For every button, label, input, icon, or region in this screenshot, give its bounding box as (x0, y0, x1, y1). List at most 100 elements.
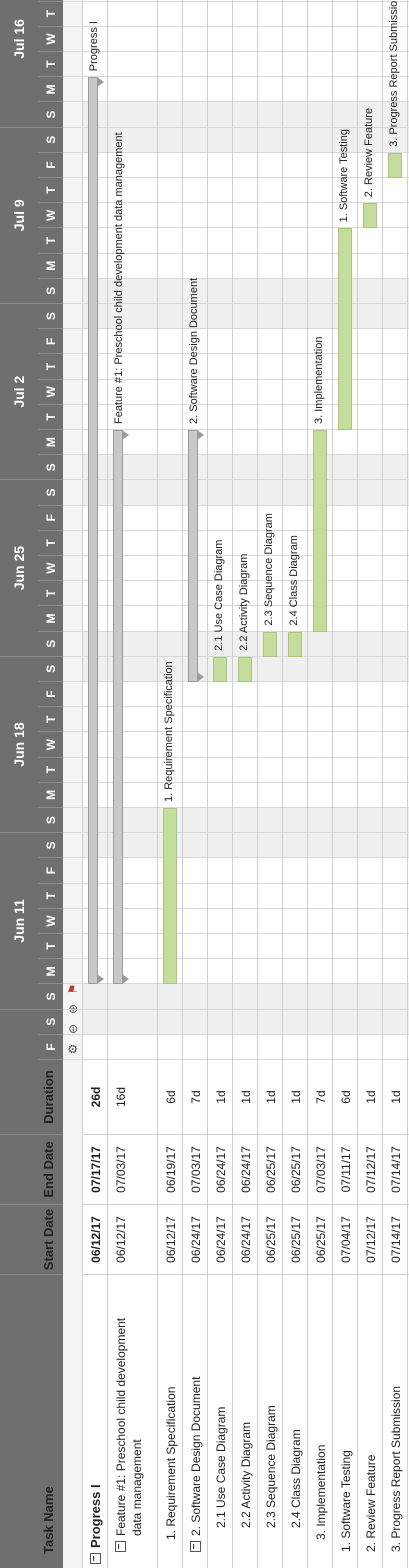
column-header-start-date[interactable]: Start Date (0, 1205, 63, 1275)
end-date-cell[interactable]: 06/24/17 (233, 1135, 258, 1205)
end-date-cell[interactable]: 07/12/17 (358, 1135, 383, 1205)
day-label: S (38, 480, 63, 506)
task-name-cell[interactable]: − Feature #1: Preschool child development… (108, 1275, 158, 1568)
duration-cell[interactable]: 26d (83, 1060, 108, 1135)
duration-cell[interactable]: 1d (233, 1060, 258, 1135)
task-name-text: 2.1 Use Case Diagram (213, 1407, 229, 1528)
task-name-cell[interactable]: 2.2 Activity Diagram (233, 1275, 258, 1568)
end-date-cell[interactable]: 06/25/17 (283, 1135, 308, 1205)
start-date-cell[interactable]: 06/25/17 (308, 1205, 333, 1275)
day-label: S (38, 984, 63, 1010)
zoom-out-icon[interactable]: ⊖ (63, 1020, 83, 1038)
task-name-cell[interactable]: 2.3 Sequence Diagram (258, 1275, 283, 1568)
duration-cell[interactable]: 6d (158, 1060, 183, 1135)
table-row[interactable]: 3. Implementation 06/25/17 07/03/17 7d (308, 0, 333, 1568)
day-label: T (38, 757, 63, 783)
collapse-toggle-icon[interactable]: − (89, 1553, 101, 1564)
table-row[interactable]: − 2. Software Design Document 06/24/17 07/0… (183, 0, 208, 1568)
start-date-cell[interactable]: 06/24/17 (233, 1205, 258, 1275)
task-name-cell[interactable]: − Progress I (83, 1275, 108, 1568)
column-header-end-date[interactable]: End Date (0, 1135, 63, 1205)
task-name-cell[interactable]: 2. Review Feature (358, 1275, 383, 1568)
duration-cell[interactable]: 6d (333, 1060, 358, 1135)
task-bar-label: 2. Software Design Document (188, 277, 200, 424)
column-header-task-name[interactable]: Task Name (0, 1275, 63, 1568)
start-date-cell[interactable]: 06/24/17 (208, 1205, 233, 1275)
end-date-cell[interactable]: 07/03/17 (308, 1135, 333, 1205)
start-date-cell[interactable]: 06/12/17 (108, 1205, 158, 1275)
task-name-text: 3. Progress Report Submission (388, 1386, 404, 1552)
summary-bar[interactable] (188, 430, 198, 682)
day-label: F (38, 505, 63, 531)
task-name-cell[interactable]: − 2. Software Design Document (183, 1275, 208, 1568)
summary-bar[interactable] (113, 430, 123, 985)
task-bar[interactable] (313, 430, 327, 632)
day-label: M (38, 253, 63, 279)
table-row[interactable]: 2.2 Activity Diagram 06/24/17 06/24/17 1d (233, 0, 258, 1568)
task-name-cell[interactable]: 2.4 Class Diagram (283, 1275, 308, 1568)
day-label: F (38, 682, 63, 708)
table-row[interactable]: 2.3 Sequence Diagram 06/25/17 06/25/17 1d (258, 0, 283, 1568)
task-name-cell[interactable]: 1. Software Testing (333, 1275, 358, 1568)
task-bar[interactable] (163, 808, 177, 985)
collapse-toggle-icon[interactable]: − (114, 1541, 126, 1552)
duration-cell[interactable]: 1d (208, 1060, 233, 1135)
end-date-cell[interactable]: 07/17/17 (83, 1135, 108, 1205)
task-bar[interactable] (363, 203, 377, 229)
duration-cell[interactable]: 1d (383, 1060, 408, 1135)
gear-icon[interactable]: ⚙ (63, 1040, 83, 1058)
table-row[interactable]: 2. Review Feature 07/12/17 07/12/17 1d (358, 0, 383, 1568)
end-date-cell[interactable]: 07/14/17 (383, 1135, 408, 1205)
day-label: S (38, 278, 63, 304)
week-label: Jun 25 (0, 480, 38, 657)
task-bar[interactable] (213, 656, 227, 682)
start-date-cell[interactable]: 06/25/17 (258, 1205, 283, 1275)
start-date-cell[interactable]: 06/12/17 (83, 1205, 108, 1275)
collapse-toggle-icon[interactable]: − (189, 1541, 201, 1552)
task-name-line: 1. Requirement Specification (164, 1386, 178, 1540)
task-bar[interactable] (263, 631, 277, 657)
day-label: T (38, 354, 63, 380)
table-row[interactable]: 2.4 Class Diagram 06/25/17 06/25/17 1d (283, 0, 308, 1568)
end-date-cell[interactable]: 06/19/17 (158, 1135, 183, 1205)
duration-cell[interactable]: 1d (283, 1060, 308, 1135)
duration-cell[interactable]: 7d (183, 1060, 208, 1135)
end-date-cell[interactable]: 07/11/17 (333, 1135, 358, 1205)
week-label: Jun 18 (0, 656, 38, 834)
start-date-cell[interactable]: 06/12/17 (158, 1205, 183, 1275)
end-date-cell[interactable]: 06/24/17 (208, 1135, 233, 1205)
summary-bar[interactable] (88, 77, 98, 985)
task-bar-label: 1. Requirement Specification (163, 661, 175, 802)
task-name-cell[interactable]: 3. Implementation (308, 1275, 333, 1568)
day-label: S (38, 1009, 63, 1035)
duration-cell[interactable]: 1d (358, 1060, 383, 1135)
table-row[interactable]: 2.1 Use Case Diagram 06/24/17 06/24/17 1d (208, 0, 233, 1568)
day-label: W (38, 556, 63, 582)
table-row[interactable]: 3. Progress Report Submission 07/14/17 07/… (383, 0, 408, 1568)
task-bar[interactable] (388, 152, 402, 178)
end-date-cell[interactable]: 07/03/17 (108, 1135, 158, 1205)
day-label: T (38, 178, 63, 204)
task-bar[interactable] (338, 228, 352, 430)
task-bar-label: 3. Implementation (313, 336, 325, 424)
end-date-cell[interactable]: 07/03/17 (183, 1135, 208, 1205)
start-date-cell[interactable]: 06/24/17 (183, 1205, 208, 1275)
end-date-cell[interactable]: 06/25/17 (258, 1135, 283, 1205)
duration-cell[interactable]: 7d (308, 1060, 333, 1135)
task-bar[interactable] (288, 631, 302, 657)
task-name-text: Feature #1: Preschool child development d… (113, 1318, 145, 1536)
task-bar[interactable] (238, 656, 252, 682)
task-name-cell[interactable]: 1. Requirement Specification (158, 1275, 183, 1568)
start-date-cell[interactable]: 07/12/17 (358, 1205, 383, 1275)
start-date-cell[interactable]: 06/25/17 (283, 1205, 308, 1275)
task-name-cell[interactable]: 3. Progress Report Submission (383, 1275, 408, 1568)
duration-cell[interactable]: 16d (108, 1060, 158, 1135)
start-date-cell[interactable]: 07/04/17 (333, 1205, 358, 1275)
task-name-line: 3. Implementation (314, 1444, 328, 1540)
day-label: T (38, 404, 63, 430)
week-label: Jul 2 (0, 304, 38, 481)
column-header-duration[interactable]: Duration (0, 1060, 63, 1135)
start-date-cell[interactable]: 07/14/17 (383, 1205, 408, 1275)
duration-cell[interactable]: 1d (258, 1060, 283, 1135)
task-name-cell[interactable]: 2.1 Use Case Diagram (208, 1275, 233, 1568)
